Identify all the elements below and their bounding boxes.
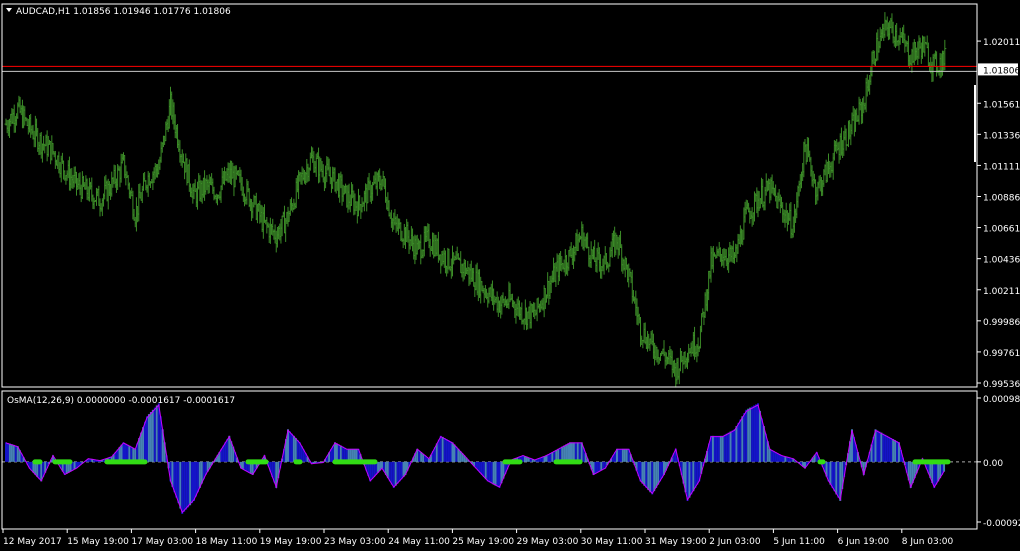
price-tick-label: 1.00211 — [983, 287, 1020, 297]
price-tick-label: 0.99986 — [983, 318, 1020, 328]
time-tick-label: 6 Jun 19:00 — [838, 537, 890, 547]
price-tick-label: 1.00661 — [983, 225, 1020, 235]
time-tick-label: 19 May 19:00 — [260, 537, 322, 547]
time-tick-label: 30 May 11:00 — [581, 537, 643, 547]
time-tick-label: 25 May 19:00 — [452, 537, 514, 547]
trading-chart[interactable]: 1.02011 1.01561 1.01336 1.01111 1.00886 1.006… — [0, 0, 1020, 551]
current-price-label: 1.01806 — [983, 66, 1020, 76]
price-tick-label: 1.01336 — [983, 131, 1020, 141]
price-tick-label: 0.99536 — [983, 380, 1020, 390]
price-tick-label: 1.01111 — [983, 162, 1020, 172]
price-pane[interactable] — [2, 12, 977, 388]
time-tick-label: 17 May 03:00 — [131, 537, 193, 547]
osma-tick-label: 0.00 — [983, 459, 1003, 469]
time-tick-label: 8 Jun 03:00 — [902, 537, 954, 547]
time-tick-label: 23 May 03:00 — [324, 537, 386, 547]
price-tick-label: 1.01561 — [983, 100, 1020, 110]
symbol-header: AUDCAD,H1 1.01856 1.01946 1.01776 1.0180… — [16, 7, 231, 17]
osma-tick-label: 0.0009812 — [983, 395, 1020, 405]
price-tick-label: 0.99761 — [983, 349, 1020, 359]
osma-tick-label: -0.0009241 — [983, 519, 1020, 529]
time-tick-label: 12 May 2017 — [3, 537, 62, 547]
osma-header: OsMA(12,26,9) 0.0000000 -0.0001617 -0.00… — [7, 396, 235, 406]
osma-pane[interactable] — [2, 403, 977, 514]
menu-triangle-icon[interactable] — [6, 8, 12, 12]
time-tick-label: 5 Jun 11:00 — [773, 537, 825, 547]
time-tick-label: 29 May 03:00 — [517, 537, 579, 547]
time-tick-label: 24 May 11:00 — [388, 537, 450, 547]
time-tick-label: 2 Jun 03:00 — [709, 537, 761, 547]
time-tick-label: 15 May 19:00 — [67, 537, 129, 547]
price-tick-label: 1.00886 — [983, 194, 1020, 204]
time-tick-label: 18 May 11:00 — [196, 537, 258, 547]
price-tick-label: 1.00436 — [983, 256, 1020, 266]
price-tick-label: 1.02011 — [983, 38, 1020, 48]
time-tick-label: 31 May 19:00 — [645, 537, 707, 547]
